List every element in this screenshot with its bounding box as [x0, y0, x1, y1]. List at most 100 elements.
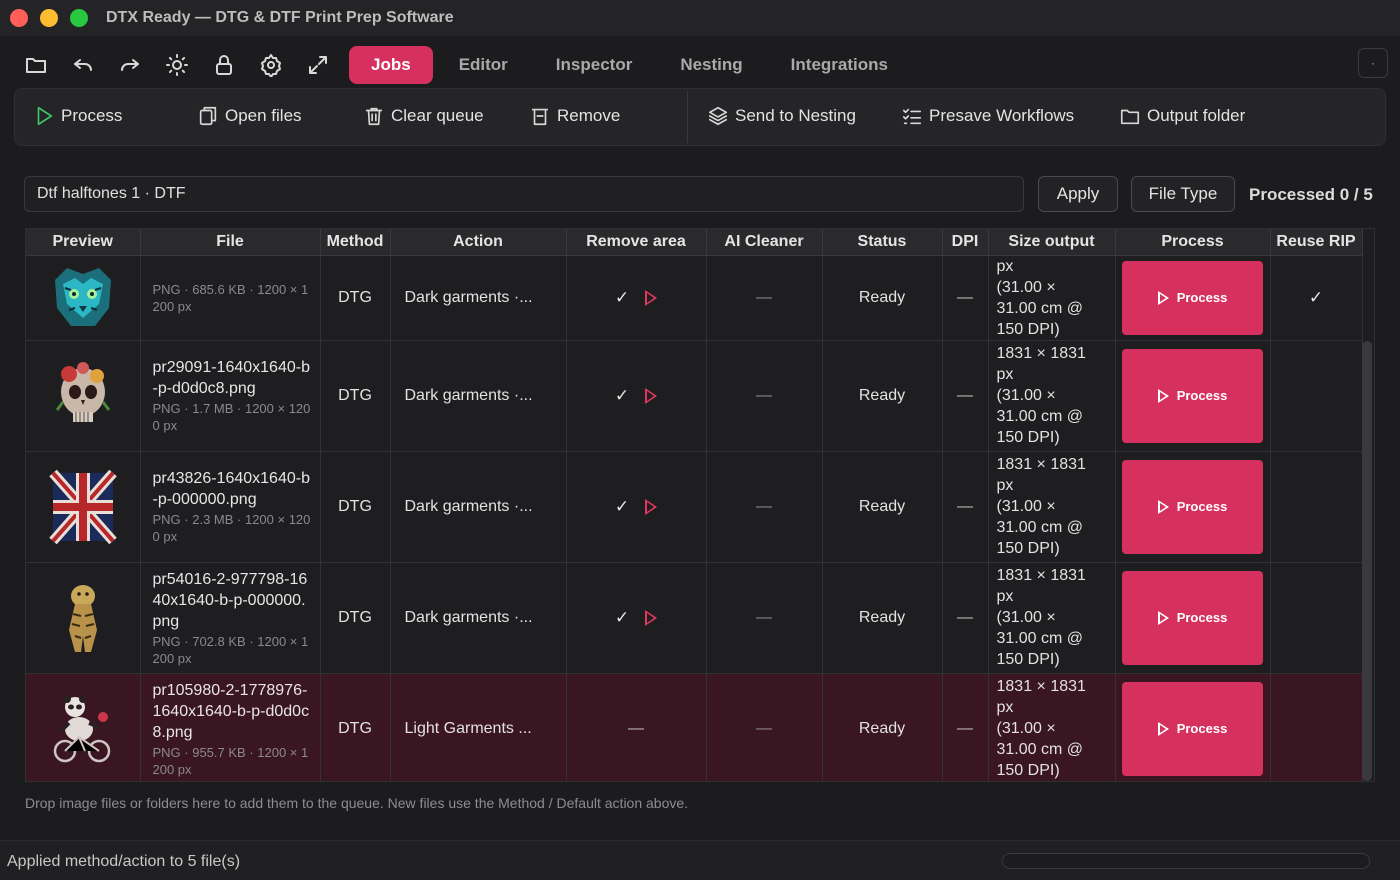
method-cell[interactable]: DTG: [320, 255, 391, 341]
preview-play-icon[interactable]: [645, 388, 658, 405]
method-cell[interactable]: DTG: [320, 451, 391, 563]
apply-button[interactable]: Apply: [1038, 176, 1118, 212]
dpi-cell: —: [942, 451, 989, 563]
table-row[interactable]: pr54016-2-977798-1640x1640-b-p-000000.pn…: [26, 562, 1363, 674]
status-bar: Applied method/action to 5 file(s): [0, 840, 1400, 880]
output-folder-button[interactable]: Output folder: [1119, 105, 1245, 127]
remove-area-check[interactable]: ✓: [615, 386, 629, 405]
status-cell: Ready: [822, 340, 943, 452]
send-to-nesting-button[interactable]: Send to Nesting: [707, 105, 856, 127]
tab-integrations[interactable]: Integrations: [769, 46, 910, 84]
ai-cleaner-cell[interactable]: —: [706, 562, 823, 674]
redo-icon[interactable]: [106, 45, 153, 85]
file-meta: PNG · 2.3 MB · 1200 × 1200 px: [152, 512, 311, 544]
size-line: 1831 × 1831: [996, 456, 1086, 473]
table-row-selected[interactable]: pr105980-2-1778976-1640x1640-b-p-d0d0c8.…: [26, 673, 1363, 781]
tab-editor[interactable]: Editor: [437, 46, 530, 84]
col-process[interactable]: Process: [1115, 229, 1271, 256]
col-file[interactable]: File: [140, 229, 321, 256]
quick-actions: [12, 45, 341, 85]
remove-icon: [531, 108, 549, 126]
action-cell[interactable]: Light Garments ...: [390, 673, 567, 781]
process-cell: Process: [1115, 562, 1271, 674]
remove-area-check[interactable]: ✓: [615, 288, 629, 307]
preview-play-icon[interactable]: [645, 290, 658, 307]
tab-nesting[interactable]: Nesting: [658, 46, 764, 84]
expand-icon[interactable]: [294, 45, 341, 85]
open-files-label: Open files: [225, 106, 302, 125]
action-cell[interactable]: Dark garments ·...: [390, 255, 567, 341]
remove-area-cell[interactable]: —: [566, 673, 707, 781]
remove-button[interactable]: Remove: [529, 105, 620, 127]
size-line: px: [996, 477, 1014, 494]
row-process-label: Process: [1176, 499, 1228, 514]
open-files-button[interactable]: Open files: [197, 105, 302, 127]
trash-icon: [365, 107, 383, 126]
row-process-button[interactable]: Process: [1122, 570, 1263, 665]
reuse-rip-cell[interactable]: [1270, 340, 1363, 452]
ai-cleaner-cell[interactable]: —: [706, 255, 823, 341]
gear-icon[interactable]: [247, 45, 294, 85]
preview-play-icon[interactable]: [645, 610, 658, 627]
file-name: pr54016-2-977798-1640x1640-b-p-000000.pn…: [152, 570, 308, 630]
close-window-button[interactable]: [10, 9, 28, 27]
brightness-icon[interactable]: [153, 45, 200, 85]
row-process-button[interactable]: Process: [1122, 459, 1263, 554]
ai-cleaner-cell[interactable]: —: [706, 451, 823, 563]
clear-queue-button[interactable]: Clear queue: [363, 105, 484, 127]
file-cell: pr105980-2-1778976-1640x1640-b-p-d0d0c8.…: [140, 673, 321, 781]
row-process-button[interactable]: Process: [1122, 260, 1263, 335]
remove-area-cell: ✓: [566, 255, 707, 341]
zoom-window-button[interactable]: [70, 9, 88, 27]
ai-cleaner-cell[interactable]: —: [706, 340, 823, 452]
col-dpi[interactable]: DPI: [942, 229, 989, 256]
col-size-output[interactable]: Size output: [988, 229, 1116, 256]
remove-area-check[interactable]: ✓: [615, 497, 629, 516]
action-cell[interactable]: Dark garments ·...: [390, 562, 567, 674]
table-row[interactable]: pr29091-1640x1640-b-p-d0d0c8.png PNG · 1…: [26, 340, 1363, 452]
table-row[interactable]: PNG · 685.6 KB · 1200 × 1200 px DTG Dark…: [26, 255, 1363, 341]
col-reuse-rip[interactable]: Reuse RIP: [1270, 229, 1363, 256]
files-icon: [199, 106, 217, 126]
presave-workflows-button[interactable]: Presave Workflows: [901, 105, 1074, 127]
col-status[interactable]: Status: [822, 229, 943, 256]
col-preview[interactable]: Preview: [26, 229, 141, 256]
col-method[interactable]: Method: [320, 229, 391, 256]
row-process-button[interactable]: Process: [1122, 681, 1263, 776]
undo-icon[interactable]: [59, 45, 106, 85]
remove-area-cell: ✓: [566, 340, 707, 452]
preset-select[interactable]: Dtf halftones 1 · DTF: [24, 176, 1024, 212]
row-process-button[interactable]: Process: [1122, 348, 1263, 443]
col-remove-area[interactable]: Remove area: [566, 229, 707, 256]
reuse-rip-cell[interactable]: [1270, 673, 1363, 781]
size-line: 31.00 cm @: [996, 299, 1084, 317]
table-scrollbar[interactable]: [1362, 341, 1372, 781]
preview-cell: [26, 340, 141, 452]
action-cell[interactable]: Dark garments ·...: [390, 340, 567, 452]
tiger-face-thumbnail: [54, 267, 111, 326]
remove-area-check[interactable]: ✓: [615, 608, 629, 627]
col-action[interactable]: Action: [390, 229, 567, 256]
preview-play-icon[interactable]: [645, 499, 658, 516]
row-process-label: Process: [1176, 290, 1228, 305]
table-row[interactable]: pr43826-1640x1640-b-p-000000.png PNG · 2…: [26, 451, 1363, 563]
process-button[interactable]: Process: [33, 105, 122, 127]
lock-icon[interactable]: [200, 45, 247, 85]
size-line: (31.00 ×: [996, 387, 1056, 404]
reuse-rip-cell[interactable]: [1270, 562, 1363, 674]
col-ai-cleaner[interactable]: AI Cleaner: [706, 229, 823, 256]
tab-jobs[interactable]: Jobs: [349, 46, 433, 84]
method-cell[interactable]: DTG: [320, 340, 391, 452]
minimize-window-button[interactable]: [40, 9, 58, 27]
reuse-rip-cell[interactable]: [1270, 451, 1363, 563]
method-cell[interactable]: DTG: [320, 562, 391, 674]
folder-icon[interactable]: [12, 45, 59, 85]
file-type-button[interactable]: File Type: [1131, 176, 1235, 212]
reuse-rip-cell[interactable]: ✓: [1270, 255, 1363, 341]
action-cell[interactable]: Dark garments ·...: [390, 451, 567, 563]
panel-toggle-button[interactable]: ·: [1358, 48, 1388, 78]
drop-hint: Drop image files or folders here to add …: [25, 795, 689, 811]
method-cell[interactable]: DTG: [320, 673, 391, 781]
ai-cleaner-cell[interactable]: —: [706, 673, 823, 781]
tab-inspector[interactable]: Inspector: [534, 46, 655, 84]
